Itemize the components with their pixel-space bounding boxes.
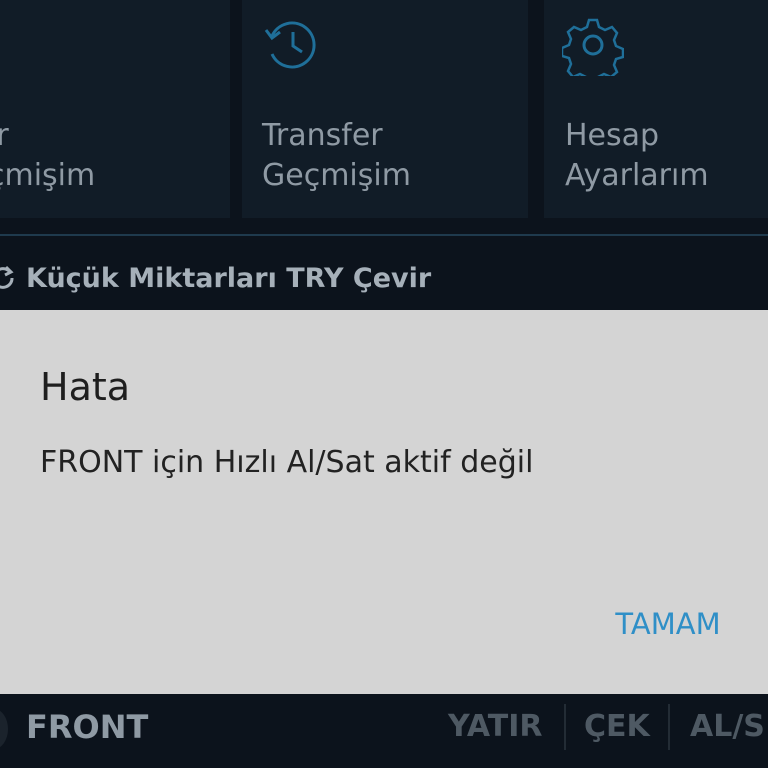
refresh-icon	[0, 265, 14, 289]
tile-transfer-history[interactable]: Transfer Geçmişim	[242, 0, 528, 218]
withdraw-button[interactable]: ÇEK	[584, 704, 650, 750]
divider	[0, 234, 768, 236]
document-icon	[0, 14, 28, 76]
convert-label: Küçük Miktarları TRY Çevir	[26, 262, 432, 294]
gear-icon	[562, 18, 624, 76]
deposit-button[interactable]: YATIR	[448, 704, 542, 750]
tile-label: Hesap Ayarlarım	[565, 118, 709, 193]
screen: ir çmişim Transfer Geçmişim Hesap Ayarla…	[0, 0, 768, 768]
ok-button[interactable]: TAMAM	[596, 598, 740, 650]
history-icon	[264, 21, 316, 69]
tile-label: Transfer Geçmişim	[262, 118, 411, 193]
tile-label: ir çmişim	[0, 118, 96, 193]
tile-account-settings[interactable]: Hesap Ayarlarım	[544, 0, 768, 218]
buy-sell-button[interactable]: AL/S	[690, 704, 765, 750]
tile-order-history[interactable]: ir çmişim	[0, 0, 230, 218]
convert-small-amounts-row[interactable]: Küçük Miktarları TRY Çevir	[0, 256, 431, 300]
coin-name: FRONT	[26, 708, 149, 746]
dialog-message: FRONT için Hızlı Al/Sat aktif değil	[40, 445, 534, 480]
action-divider	[668, 704, 670, 750]
dialog-title: Hata	[40, 365, 131, 409]
action-divider	[564, 704, 566, 750]
menu-tiles: ir çmişim Transfer Geçmişim Hesap Ayarla…	[0, 0, 768, 218]
